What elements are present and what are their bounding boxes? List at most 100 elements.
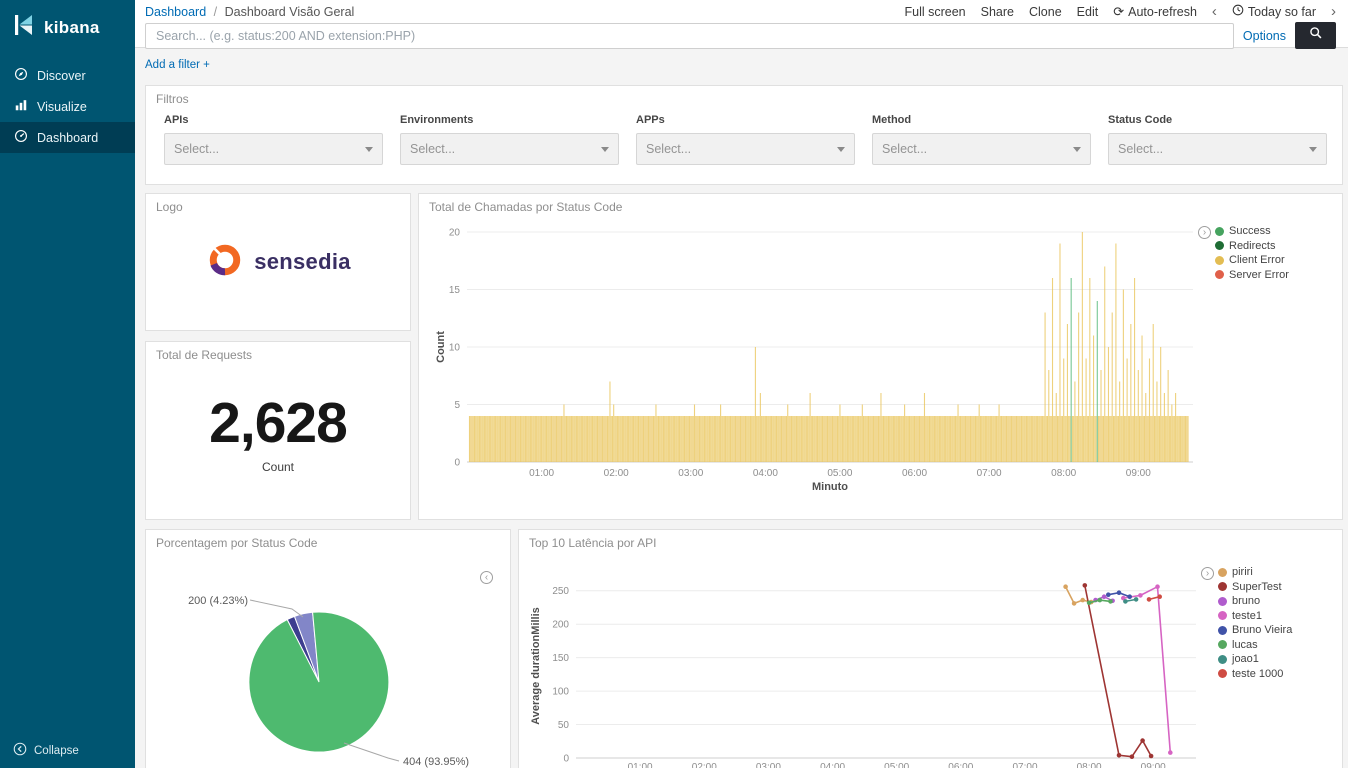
panel-latency-line-chart: Top 10 Latência por API 0501001502002500…	[518, 529, 1343, 768]
search-options-link[interactable]: Options	[1243, 29, 1286, 43]
legend-dot	[1215, 270, 1224, 279]
pie-label-200: 200 (4.23%)	[188, 595, 248, 607]
clone-button[interactable]: Clone	[1029, 5, 1062, 19]
legend-dot	[1218, 669, 1227, 678]
sidebar-item-visualize[interactable]: Visualize	[0, 91, 135, 122]
breadcrumb-separator: /	[214, 5, 217, 19]
sensedia-mark-icon	[205, 240, 245, 285]
filter-label: Method	[872, 114, 1091, 126]
time-range-button[interactable]: Today so far	[1232, 4, 1316, 19]
legend-dot	[1215, 227, 1224, 236]
sidebar: kibana Discover Visualize Dashboard	[0, 0, 135, 768]
legend-dot	[1218, 626, 1227, 635]
pie-label-404: 404 (93.95%)	[403, 756, 469, 768]
legend-item[interactable]: Redirects	[1215, 240, 1289, 252]
svg-text:06:00: 06:00	[948, 762, 973, 768]
bar-chart-legend: › Success Redirects Client Error Server Err…	[1198, 225, 1289, 283]
sidebar-collapse-button[interactable]: Collapse	[13, 742, 79, 759]
auto-refresh-button[interactable]: ⟳ Auto-refresh	[1113, 4, 1197, 20]
breadcrumb-dashboard-link[interactable]: Dashboard	[145, 5, 206, 19]
legend-dot	[1218, 655, 1227, 664]
panel-logo: Logo sensedia	[145, 193, 411, 331]
status-code-select[interactable]: Select...	[1108, 133, 1327, 165]
panel-title: Porcentagem por Status Code	[156, 536, 317, 550]
sidebar-item-label: Visualize	[37, 100, 87, 114]
compass-icon	[14, 67, 28, 84]
legend-item[interactable]: Bruno Vieira	[1218, 624, 1292, 636]
svg-text:05:00: 05:00	[827, 468, 852, 479]
legend-item[interactable]: piriri	[1218, 566, 1292, 578]
pie-chart: 200 (4.23%) 404 (93.95%)	[146, 530, 512, 768]
time-next-button[interactable]: ›	[1331, 4, 1336, 19]
svg-text:0: 0	[563, 754, 569, 765]
edit-button[interactable]: Edit	[1077, 5, 1099, 19]
legend-item[interactable]: Server Error	[1215, 269, 1289, 281]
svg-text:06:00: 06:00	[902, 468, 927, 479]
legend-dot	[1218, 568, 1227, 577]
panel-title: Top 10 Latência por API	[529, 536, 656, 550]
svg-text:0: 0	[454, 458, 460, 469]
svg-text:01:00: 01:00	[529, 468, 554, 479]
filter-label: APPs	[636, 114, 855, 126]
total-requests-value: 2,628	[146, 390, 410, 456]
add-filter-link[interactable]: Add a filter +	[145, 59, 210, 71]
panel-status-code-pie-chart: Porcentagem por Status Code ‹ 200 (4.23%…	[145, 529, 511, 768]
collapse-arrow-icon	[13, 742, 27, 759]
legend-toggle-icon[interactable]: ›	[1201, 567, 1214, 580]
svg-text:Count: Count	[435, 331, 447, 363]
brand-text: kibana	[44, 18, 100, 38]
environments-select[interactable]: Select...	[400, 133, 619, 165]
clock-icon	[1232, 4, 1244, 19]
legend-item[interactable]: joao1	[1218, 653, 1292, 665]
apps-select[interactable]: Select...	[636, 133, 855, 165]
line-series	[1085, 585, 1151, 756]
legend-item[interactable]: Success	[1215, 225, 1289, 237]
search-icon	[1309, 26, 1323, 45]
chevron-down-icon	[837, 147, 845, 152]
gauge-icon	[14, 129, 28, 146]
line-series	[1123, 587, 1170, 753]
legend-item[interactable]: Client Error	[1215, 254, 1289, 266]
sidebar-nav: Discover Visualize Dashboard	[0, 60, 135, 153]
svg-text:5: 5	[454, 400, 460, 411]
svg-text:09:00: 09:00	[1141, 762, 1166, 768]
full-screen-button[interactable]: Full screen	[905, 5, 966, 19]
filter-label: Environments	[400, 114, 619, 126]
sidebar-item-dashboard[interactable]: Dashboard	[0, 122, 135, 153]
svg-text:07:00: 07:00	[1012, 762, 1037, 768]
svg-text:05:00: 05:00	[884, 762, 909, 768]
sidebar-item-discover[interactable]: Discover	[0, 60, 135, 91]
legend-toggle-icon[interactable]: ‹	[480, 571, 493, 584]
svg-text:09:00: 09:00	[1126, 468, 1151, 479]
panel-title: Filtros	[156, 92, 189, 106]
kibana-brand: kibana	[0, 0, 135, 52]
search-button[interactable]	[1295, 22, 1336, 49]
chevron-down-icon	[601, 147, 609, 152]
svg-text:Minuto: Minuto	[812, 481, 848, 493]
svg-text:01:00: 01:00	[628, 762, 653, 768]
legend-item[interactable]: teste 1000	[1218, 668, 1292, 680]
filter-col-environments: Environments Select...	[400, 114, 619, 165]
legend-toggle-icon[interactable]: ›	[1198, 226, 1211, 239]
legend-dot	[1218, 611, 1227, 620]
legend-item[interactable]: teste1	[1218, 610, 1292, 622]
svg-text:03:00: 03:00	[678, 468, 703, 479]
chevron-down-icon	[1073, 147, 1081, 152]
method-select[interactable]: Select...	[872, 133, 1091, 165]
svg-text:Average durationMillis: Average durationMillis	[530, 607, 542, 725]
legend-item[interactable]: bruno	[1218, 595, 1292, 607]
share-button[interactable]: Share	[981, 5, 1014, 19]
filter-col-method: Method Select...	[872, 114, 1091, 165]
svg-text:250: 250	[552, 586, 569, 597]
svg-text:02:00: 02:00	[604, 468, 629, 479]
legend-item[interactable]: SuperTest	[1218, 581, 1292, 593]
apis-select[interactable]: Select...	[164, 133, 383, 165]
time-prev-button[interactable]: ‹	[1212, 4, 1217, 19]
pie-slice	[249, 612, 389, 752]
svg-text:08:00: 08:00	[1077, 762, 1102, 768]
legend-item[interactable]: lucas	[1218, 639, 1292, 651]
svg-text:150: 150	[552, 653, 569, 664]
svg-text:15: 15	[449, 285, 461, 296]
search-input[interactable]	[145, 23, 1234, 49]
chevron-down-icon	[1309, 147, 1317, 152]
